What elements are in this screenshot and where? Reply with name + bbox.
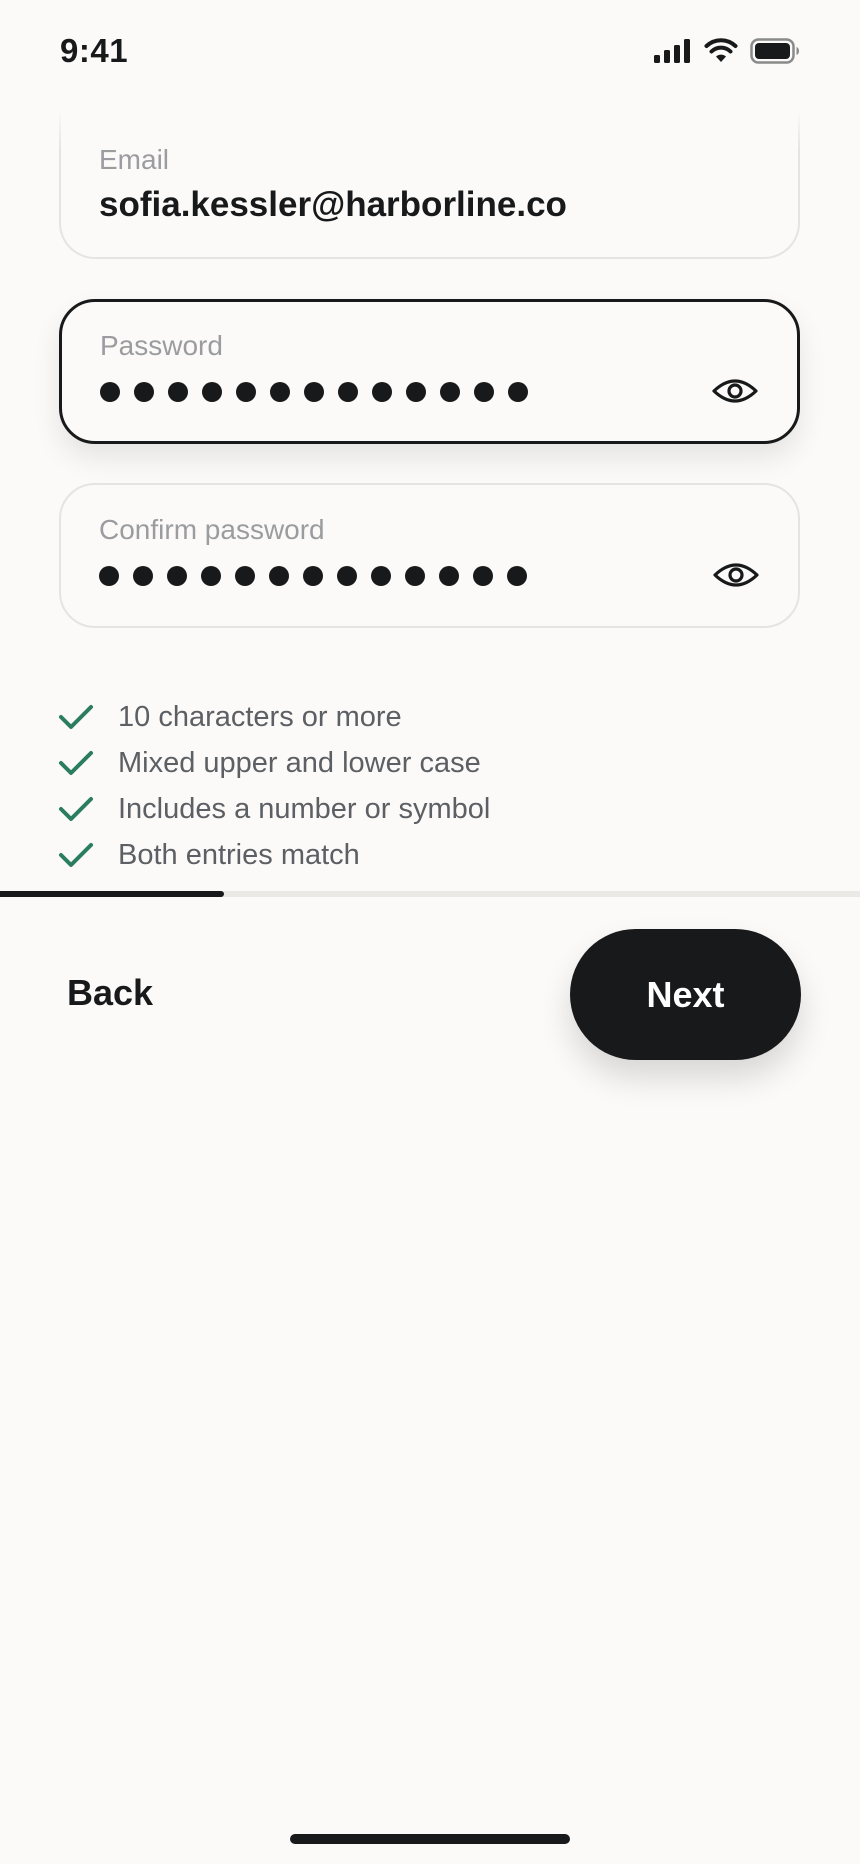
next-button[interactable]: Next — [570, 929, 801, 1060]
home-indicator — [290, 1834, 570, 1844]
checkmark-icon — [59, 751, 93, 775]
masked-character-dot — [507, 566, 527, 586]
checkmark-icon — [59, 797, 93, 821]
password-label: Password — [100, 330, 223, 361]
masked-character-dot — [439, 566, 459, 586]
checkmark-icon — [59, 705, 93, 729]
status-icons — [654, 38, 800, 64]
password-field[interactable]: Password — [59, 299, 800, 444]
masked-character-dot — [304, 382, 324, 402]
requirement-text: 10 characters or more — [118, 700, 402, 733]
masked-character-dot — [473, 566, 493, 586]
status-bar: 9:41 — [0, 0, 860, 110]
cellular-signal-icon — [654, 39, 690, 63]
confirm-password-field[interactable]: Confirm password — [59, 483, 800, 628]
masked-character-dot — [235, 566, 255, 586]
email-label: Email — [99, 144, 170, 175]
battery-icon — [750, 38, 799, 64]
eye-icon[interactable] — [712, 559, 760, 591]
masked-character-dot — [133, 566, 153, 586]
masked-character-dot — [270, 382, 290, 402]
masked-character-dot — [134, 382, 154, 402]
masked-character-dot — [202, 382, 222, 402]
masked-character-dot — [100, 382, 120, 402]
onboarding-progress-bar — [0, 891, 860, 897]
requirement-text: Includes a number or symbol — [118, 792, 491, 825]
progress-fill — [0, 891, 224, 897]
masked-character-dot — [99, 566, 119, 586]
masked-character-dot — [269, 566, 289, 586]
masked-character-dot — [338, 382, 358, 402]
requirement-item: Both entries match — [58, 832, 490, 878]
masked-character-dot — [201, 566, 221, 586]
checkmark-icon — [59, 843, 93, 867]
masked-character-dot — [168, 382, 188, 402]
requirement-text: Both entries match — [118, 838, 360, 871]
masked-character-dot — [474, 382, 494, 402]
wifi-icon — [704, 38, 738, 62]
email-field[interactable]: Email sofia.kessler@harborline.co — [59, 100, 800, 259]
masked-character-dot — [337, 566, 357, 586]
requirement-item: Includes a number or symbol — [58, 786, 490, 832]
requirement-item: Mixed upper and lower case — [58, 740, 490, 786]
password-requirements-list: 10 characters or more Mixed upper and lo… — [58, 694, 490, 878]
confirm-password-masked-value — [99, 566, 527, 586]
back-button[interactable]: Back — [67, 972, 153, 1014]
confirm-password-label: Confirm password — [99, 514, 325, 545]
masked-character-dot — [440, 382, 460, 402]
masked-character-dot — [303, 566, 323, 586]
password-masked-value — [100, 382, 528, 402]
masked-character-dot — [406, 382, 426, 402]
eye-icon[interactable] — [711, 375, 759, 407]
masked-character-dot — [167, 566, 187, 586]
requirement-item: 10 characters or more — [58, 694, 490, 740]
masked-character-dot — [371, 566, 391, 586]
masked-character-dot — [508, 382, 528, 402]
email-value: sofia.kessler@harborline.co — [99, 185, 567, 224]
masked-character-dot — [372, 382, 392, 402]
status-time: 9:41 — [60, 32, 129, 69]
masked-character-dot — [236, 382, 256, 402]
masked-character-dot — [405, 566, 425, 586]
requirement-text: Mixed upper and lower case — [118, 746, 481, 779]
